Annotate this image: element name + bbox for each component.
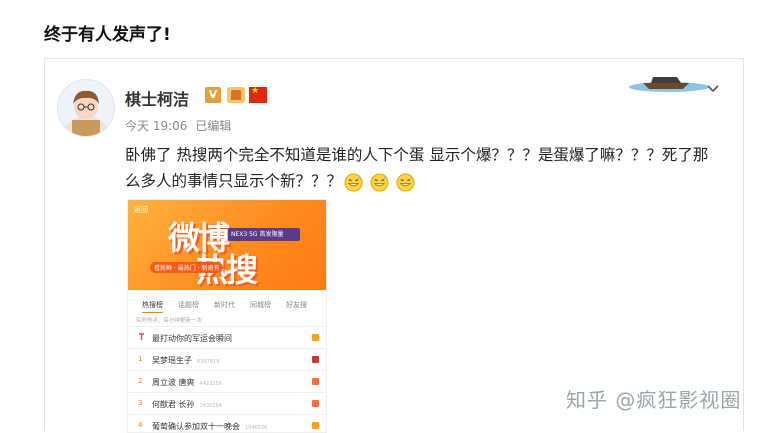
bao-tag-icon: [312, 356, 319, 363]
post-text: 卧佛了 热搜两个完全不知道是谁的人下个蛋 显示个爆？？？是蛋爆了嘛？？？死了那么…: [125, 142, 715, 195]
re-tag-icon: [312, 378, 319, 385]
hot-search-count: 4423256: [199, 381, 222, 387]
hot-search-title-text: 吴梦瑶生子: [152, 356, 192, 365]
post-time[interactable]: 今天 19:06: [125, 119, 187, 133]
username[interactable]: 棋士柯洁: [125, 86, 189, 110]
hot-search-rank: 2: [138, 377, 143, 385]
article-heading: 终于有人发声了!: [44, 25, 171, 45]
hot-search-row: 2 周立波 唐爽 4423256: [128, 370, 326, 393]
hot-search-title-text: 何猷君 长孙: [152, 400, 195, 409]
hot-search-row: 4 葡萄确认参加双十一晚会 1946536: [128, 414, 326, 432]
tab-new-era: 新时代: [214, 301, 235, 309]
post-meta: 今天 19:06 已编辑: [125, 117, 231, 134]
hot-search-row: 1 吴梦瑶生子 6307919: [128, 348, 326, 371]
update-note: 实时热点，每分钟更新一次: [136, 318, 203, 324]
china-flag-icon: [249, 86, 267, 103]
chevron-down-icon[interactable]: [707, 81, 719, 97]
tab-friends: 好友搜: [286, 301, 307, 309]
pinned-icon: [138, 333, 145, 343]
tab-topics: 话题榜: [178, 301, 199, 309]
embedded-screenshot[interactable]: 返回 微博 热搜 NEX3 5G 首发限量 看新鲜 · 最热门 · 新奇有 热搜…: [127, 199, 327, 433]
hot-search-title: 吴梦瑶生子 6307919: [152, 355, 219, 366]
hot-search-tabs: 热搜榜 话题榜 新时代 同城榜 好友搜: [128, 296, 326, 314]
hot-search-title: 最打动你的军运会瞬间: [152, 333, 237, 344]
user-avatar[interactable]: [57, 79, 115, 137]
banner-subtitle: 看新鲜 · 最热门 · 新奇有: [150, 262, 224, 273]
tab-hot-search: 热搜榜: [142, 300, 163, 313]
hot-tag-icon: [312, 334, 319, 341]
member-badge-icon: [227, 87, 245, 103]
hot-search-count: 1946536: [245, 425, 268, 431]
re-tag-icon: [312, 400, 319, 407]
hot-search-banner: 返回 微博 热搜 NEX3 5G 首发限量 看新鲜 · 最热门 · 新奇有: [128, 200, 326, 290]
emoji-row: [344, 169, 417, 195]
hot-search-rank: 1: [138, 355, 143, 363]
edited-label[interactable]: 已编辑: [195, 119, 231, 133]
hot-search-title-text: 最打动你的军运会瞬间: [152, 334, 232, 343]
grin-sweat-emoji-icon: [370, 172, 389, 192]
hot-search-title: 周立波 唐爽 4423256: [152, 377, 222, 388]
hot-search-count: 6307919: [197, 359, 220, 365]
boat-icon: [629, 77, 709, 92]
back-link: 返回: [134, 206, 148, 214]
hot-search-title: 何猷君 长孙 2430184: [152, 399, 222, 410]
hot-search-title: 葡萄确认参加双十一晚会 1946536: [152, 421, 267, 432]
tab-local: 同城榜: [250, 301, 271, 309]
verified-badge-icon: V: [205, 87, 221, 103]
phone-ad: NEX3 5G 首发限量: [228, 228, 300, 241]
new-tag-icon: [312, 422, 319, 429]
hot-search-row: 3 何猷君 长孙 2430184: [128, 392, 326, 415]
zhihu-watermark: 知乎 @疯狂影视圈: [566, 388, 742, 412]
hot-search-count: 2430184: [199, 403, 222, 409]
grin-sweat-emoji-icon: [344, 172, 363, 192]
grin-sweat-emoji-icon: [396, 172, 415, 192]
weibo-post-card: 棋士柯洁 V 今天 19:06 已编辑 卧佛了 热搜两个完全不知道是谁的人下个蛋 …: [44, 58, 744, 433]
hot-search-title-text: 周立波 唐爽: [152, 378, 195, 387]
hot-search-rank: 4: [138, 421, 143, 429]
hot-search-rank: 3: [138, 399, 143, 407]
hot-search-row: 最打动你的军运会瞬间: [128, 326, 326, 349]
